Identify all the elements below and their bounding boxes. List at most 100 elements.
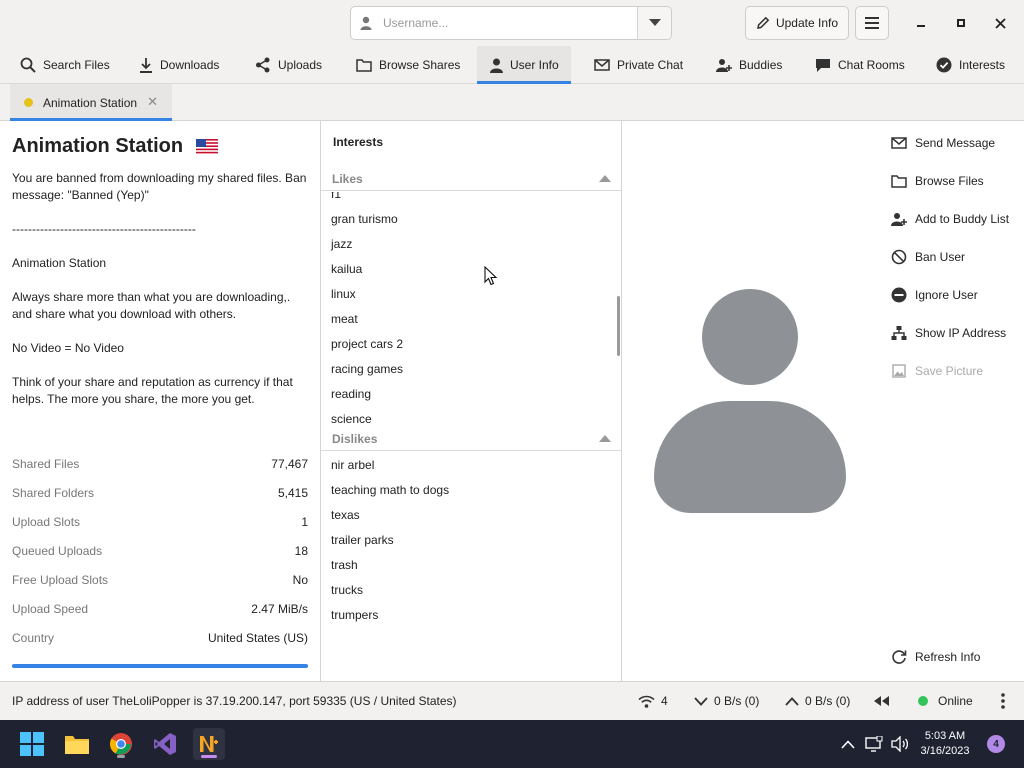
list-item[interactable]: trash [321,553,621,578]
show-hidden-icons-button[interactable] [836,728,860,760]
close-window-button[interactable] [987,10,1013,36]
refresh-info-button[interactable]: Refresh Info [891,645,980,669]
send-message-button[interactable]: Send Message [891,131,995,155]
file-explorer-taskbar-icon[interactable] [61,728,93,760]
tab-interests[interactable]: Interests [936,46,1005,84]
list-item[interactable]: trailer parks [321,528,621,553]
person-icon [490,58,503,73]
list-item[interactable]: teaching math to dogs [321,478,621,503]
network-tray-icon[interactable] [862,728,886,760]
close-tab-icon[interactable]: ✕ [147,94,158,110]
list-item[interactable]: trucks [321,578,621,603]
username-dropdown-button[interactable] [637,7,671,39]
username-input[interactable] [381,7,637,39]
visual-studio-icon [154,733,176,755]
list-item[interactable]: reading [321,382,621,407]
status-bar: IP address of user TheLoliPopper is 37.1… [0,681,1024,720]
kebab-menu-icon [1001,693,1005,709]
running-indicator [117,755,125,758]
ignore-user-button[interactable]: Ignore User [891,283,978,307]
list-item[interactable]: f1 [321,192,621,207]
show-ip-address-button[interactable]: Show IP Address [891,321,1006,345]
stat-shared-files: Shared Files 77,467 [12,456,308,471]
list-item[interactable]: nir arbel [321,453,621,478]
list-item[interactable]: jazz [321,232,621,257]
pencil-icon [757,16,770,29]
visual-studio-taskbar-icon[interactable] [149,728,181,760]
update-info-label: Update Info [775,16,839,30]
main-tab-bar: Search Files Downloads Uploads Browse Sh… [0,46,1024,84]
chrome-taskbar-icon[interactable] [105,728,137,760]
browse-files-button[interactable]: Browse Files [891,169,984,193]
tab-uploads[interactable]: Uploads [255,46,322,84]
tab-downloads[interactable]: Downloads [139,46,219,84]
list-item[interactable]: linux [321,282,621,307]
chevron-up-icon [841,739,855,749]
download-speed-indicator[interactable]: 0 B/s (0) [694,691,759,711]
stat-shared-folders: Shared Folders 5,415 [12,485,308,500]
list-item[interactable]: meat [321,307,621,332]
us-flag-icon [196,139,218,154]
list-item[interactable]: project cars 2 [321,332,621,357]
online-status-button[interactable]: Online [918,691,973,711]
avatar-placeholder-body [654,401,846,513]
tab-chat-rooms[interactable]: Chat Rooms [815,46,905,84]
chevron-up-icon [785,696,799,706]
username-combobox[interactable] [350,6,672,40]
user-stats: Shared Files 77,467 Shared Folders 5,415 U… [12,449,308,652]
connections-indicator[interactable]: 4 [638,691,668,711]
active-indicator [201,755,217,758]
stat-free-upload-slots: Free Upload Slots No [12,572,308,587]
stat-upload-slots: Upload Slots 1 [12,514,308,529]
user-description: You are banned from downloading my share… [12,171,307,406]
user-name-heading: Animation Station [12,135,184,157]
main-menu-button[interactable] [855,6,889,40]
more-options-button[interactable] [1001,691,1005,711]
tab-user-info[interactable]: User Info [477,46,571,84]
user-status-dot [24,98,33,107]
list-item[interactable]: racing games [321,357,621,382]
dislikes-header[interactable]: Dislikes [321,427,621,451]
taskbar-clock[interactable]: 5:03 AM 3/16/2023 [915,729,975,759]
start-button[interactable] [16,728,48,760]
list-item[interactable]: kailua [321,257,621,282]
tab-private-chat[interactable]: Private Chat [594,46,683,84]
interests-panel: Interests Likes f1 gran turismo jazz kai… [321,121,622,681]
nicotine-app-icon [200,736,218,752]
likes-scrollbar[interactable] [617,296,620,356]
tab-search-files[interactable]: Search Files [20,46,110,84]
ban-user-button[interactable]: Ban User [891,245,965,269]
list-item[interactable]: science [321,407,621,424]
minimize-button[interactable] [908,10,934,36]
sort-arrow-icon [599,175,611,182]
volume-tray-icon[interactable] [888,728,912,760]
likes-list: f1 gran turismo jazz kailua linux meat p… [321,192,621,424]
maximize-button[interactable] [948,10,974,36]
close-icon [994,17,1006,29]
header-bar: Update Info [0,0,1024,46]
interests-heading: Interests [333,135,384,149]
ignore-icon [891,287,907,303]
upload-speed-indicator[interactable]: 0 B/s (0) [785,691,850,711]
tab-buddies[interactable]: Buddies [716,46,782,84]
chevron-down-icon [694,696,708,706]
user-tab-animation-station[interactable]: Animation Station ✕ [10,84,172,121]
likes-header[interactable]: Likes [321,167,621,191]
notification-badge[interactable]: 4 [987,735,1005,753]
list-item[interactable]: texas [321,503,621,528]
mouse-cursor-icon [484,266,498,286]
list-item[interactable]: trumpers [321,603,621,628]
nicotine-taskbar-icon[interactable] [193,728,225,760]
windows-logo-icon [20,732,44,756]
hamburger-icon [865,17,879,29]
rewind-button[interactable] [874,691,889,711]
add-to-buddy-list-button[interactable]: Add to Buddy List [891,207,1009,231]
save-picture-button[interactable]: Save Picture [891,359,983,383]
update-info-button[interactable]: Update Info [745,6,849,40]
chat-bubble-icon [816,58,830,72]
chevron-down-icon [648,19,661,26]
network-icon [891,326,907,340]
tab-browse-shares[interactable]: Browse Shares [356,46,460,84]
ban-icon [891,249,907,265]
list-item[interactable]: gran turismo [321,207,621,232]
